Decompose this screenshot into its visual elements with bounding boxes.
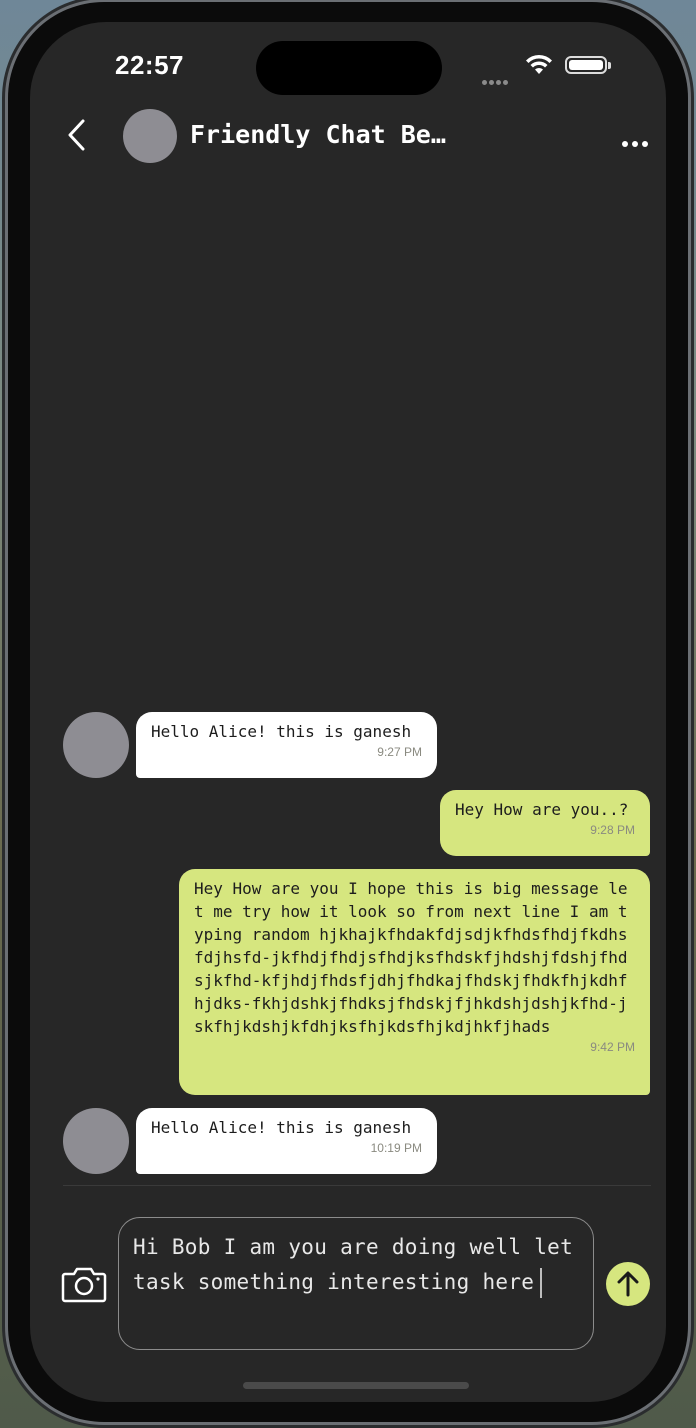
- message-bubble-incoming: Hello Alice! this is ganesh 10:19 PM: [136, 1108, 437, 1174]
- message-input-value: Hi Bob I am you are doing well let task …: [133, 1235, 574, 1294]
- more-options-icon[interactable]: [622, 132, 652, 151]
- composer-divider: [63, 1185, 651, 1186]
- sender-avatar: [63, 712, 129, 778]
- message-input[interactable]: Hi Bob I am you are doing well let task …: [118, 1217, 594, 1350]
- text-caret: [540, 1268, 543, 1298]
- home-indicator: [243, 1382, 469, 1389]
- message-text: Hello Alice! this is ganesh: [151, 1118, 412, 1137]
- wifi-icon: [526, 54, 552, 74]
- dynamic-island: [256, 41, 442, 95]
- message-text: Hello Alice! this is ganesh: [151, 722, 412, 741]
- message-time: 9:42 PM: [590, 1040, 635, 1054]
- battery-icon: [565, 56, 611, 74]
- arrow-up-icon: [617, 1271, 639, 1297]
- message-bubble-outgoing: Hey How are you I hope this is big messa…: [179, 869, 650, 1095]
- device-frame: 22:57 Friendly Chat Between Alic… Hello …: [8, 2, 688, 1422]
- status-time: 22:57: [115, 50, 184, 80]
- signal-dots-icon: [482, 70, 510, 89]
- message-text: Hey How are you..?: [455, 800, 629, 819]
- app-screen: 22:57 Friendly Chat Between Alic… Hello …: [30, 22, 666, 1402]
- message-time: 10:19 PM: [370, 1141, 422, 1155]
- sender-avatar: [63, 1108, 129, 1174]
- message-time: 9:28 PM: [590, 823, 635, 837]
- back-chevron-icon[interactable]: [65, 118, 89, 152]
- message-text: Hey How are you I hope this is big messa…: [194, 879, 628, 1036]
- message-bubble-incoming: Hello Alice! this is ganesh 9:27 PM: [136, 712, 437, 778]
- message-bubble-outgoing: Hey How are you..? 9:28 PM: [440, 790, 650, 856]
- send-button[interactable]: [606, 1262, 650, 1306]
- message-time: 9:27 PM: [377, 745, 422, 759]
- chat-title: Friendly Chat Between Alic…: [190, 120, 450, 149]
- chat-avatar[interactable]: [123, 109, 177, 163]
- camera-icon[interactable]: [61, 1265, 107, 1303]
